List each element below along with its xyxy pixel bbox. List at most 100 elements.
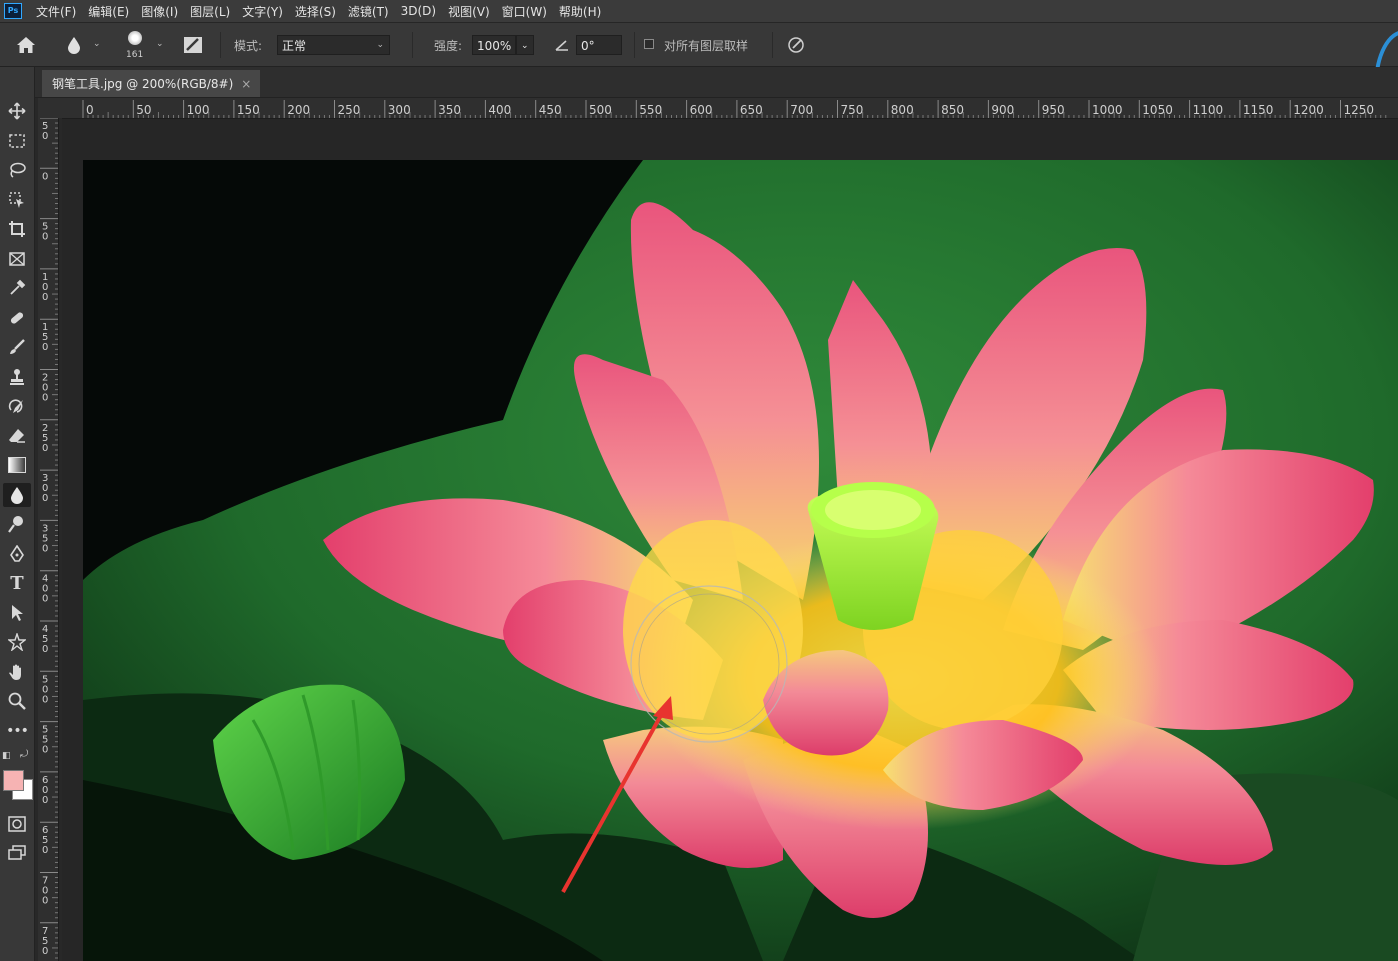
menu-image[interactable]: 图像(I): [135, 3, 184, 20]
menu-help[interactable]: 帮助(H): [553, 3, 607, 20]
menu-3d[interactable]: 3D(D): [395, 4, 442, 18]
strength-dropdown[interactable]: ⌄: [516, 35, 534, 55]
lasso-icon[interactable]: [3, 158, 31, 182]
eraser-icon[interactable]: [3, 424, 31, 448]
menu-file[interactable]: 文件(F): [30, 3, 82, 20]
healing-icon[interactable]: [3, 306, 31, 330]
pressure-icon[interactable]: [786, 35, 806, 55]
path-select-icon[interactable]: [3, 601, 31, 625]
ruler-label: 100: [187, 103, 210, 117]
screen-mode-icon[interactable]: [3, 841, 31, 865]
mode-select[interactable]: 正常 ⌄: [277, 35, 390, 55]
hand-icon[interactable]: [3, 660, 31, 684]
ruler-label: 150: [237, 103, 260, 117]
menu-bar: Ps 文件(F) 编辑(E) 图像(I) 图层(L) 文字(Y) 选择(S) 滤…: [0, 0, 1398, 23]
close-tab-icon[interactable]: ×: [241, 77, 251, 91]
ruler-label: 1200: [1293, 103, 1324, 117]
sample-all-layers-label: 对所有图层取样: [664, 39, 749, 53]
type-icon[interactable]: T: [3, 571, 31, 595]
ruler-label: 0: [42, 745, 48, 756]
ruler-label: 600: [690, 103, 713, 117]
ruler-label: 0: [42, 292, 48, 303]
sample-all-layers-checkbox[interactable]: [644, 39, 654, 49]
photoshop-logo-icon: Ps: [4, 3, 22, 19]
more-icon[interactable]: •••: [3, 719, 31, 743]
move-icon[interactable]: [3, 99, 31, 123]
menu-filter[interactable]: 滤镜(T): [342, 3, 395, 20]
ruler-label: 800: [891, 103, 914, 117]
default-colors-icon[interactable]: ◧: [2, 751, 11, 761]
separator: [772, 32, 773, 58]
ruler-corner: [38, 98, 62, 118]
lotus-photo[interactable]: [83, 160, 1398, 961]
separator: [412, 32, 413, 58]
blur-icon[interactable]: [3, 483, 31, 507]
ruler-label: 650: [740, 103, 763, 117]
document-canvas[interactable]: [62, 119, 1398, 961]
ruler-label: 950: [1042, 103, 1065, 117]
marquee-icon[interactable]: [3, 129, 31, 153]
blur-tool-preset-icon[interactable]: [64, 35, 84, 55]
ruler-label: 50: [136, 103, 151, 117]
separator: [634, 32, 635, 58]
brush-icon[interactable]: [3, 335, 31, 359]
strength-value: 100%: [477, 39, 512, 53]
ruler-label: 0: [42, 232, 48, 243]
ruler-label: 0: [42, 644, 48, 655]
ruler-label: 850: [941, 103, 964, 117]
vertical-ruler[interactable]: 5005010015020025030035040045050055060065…: [38, 118, 59, 961]
menu-type[interactable]: 文字(Y): [236, 3, 289, 20]
ruler-label: 0: [42, 594, 48, 605]
crop-icon[interactable]: [3, 217, 31, 241]
ruler-label: 0: [42, 171, 48, 182]
horizontal-ruler[interactable]: 0 50 100 150 200 250 300 350 400 450 500 550 600 650 7…: [62, 98, 1398, 119]
eyedropper-icon[interactable]: [3, 276, 31, 300]
foreground-color-swatch[interactable]: [3, 770, 24, 791]
ruler-label: 0: [42, 493, 48, 504]
ruler-label: 0: [42, 131, 48, 142]
frame-icon[interactable]: [3, 247, 31, 271]
home-icon[interactable]: [14, 34, 38, 56]
menu-window[interactable]: 窗口(W): [496, 3, 553, 20]
tools-panel: T ••• ◧ ⤾: [0, 67, 35, 961]
brush-size-picker[interactable]: 161: [123, 29, 147, 63]
ruler-label: 400: [488, 103, 511, 117]
ruler-label: 300: [388, 103, 411, 117]
chevron-down-icon[interactable]: ⌄: [156, 39, 164, 49]
strength-label: 强度:: [434, 39, 463, 53]
mode-value: 正常: [282, 39, 307, 53]
ruler-label: 1100: [1193, 103, 1224, 117]
brush-settings-icon[interactable]: [182, 35, 204, 55]
ruler-label: 1000: [1092, 103, 1123, 117]
ruler-label: 750: [841, 103, 864, 117]
object-select-icon[interactable]: [3, 188, 31, 212]
ruler-label: 1150: [1243, 103, 1274, 117]
angle-input[interactable]: 0°: [576, 35, 622, 55]
ruler-label: 550: [639, 103, 662, 117]
menu-edit[interactable]: 编辑(E): [82, 3, 135, 20]
menu-select[interactable]: 选择(S): [289, 3, 342, 20]
quick-mask-icon[interactable]: [3, 812, 31, 836]
angle-value: 0°: [581, 39, 595, 53]
history-brush-icon[interactable]: [3, 394, 31, 418]
ruler-label: 0: [42, 393, 48, 404]
ruler-label: 0: [42, 795, 48, 806]
ruler-label: 0: [42, 543, 48, 554]
ruler-label: 0: [42, 946, 48, 957]
stamp-icon[interactable]: [3, 365, 31, 389]
dodge-icon[interactable]: [3, 512, 31, 536]
ruler-label: 350: [438, 103, 461, 117]
menu-layer[interactable]: 图层(L): [184, 3, 236, 20]
ruler-label: 700: [790, 103, 813, 117]
swap-colors-icon[interactable]: ⤾: [20, 749, 28, 760]
shape-icon[interactable]: [3, 630, 31, 654]
ruler-label: 250: [338, 103, 361, 117]
chevron-down-icon[interactable]: ⌄: [93, 39, 101, 49]
pen-icon[interactable]: [3, 542, 31, 566]
menu-view[interactable]: 视图(V): [442, 3, 496, 20]
zoom-icon[interactable]: [3, 689, 31, 713]
strength-input[interactable]: 100%: [472, 35, 516, 55]
gradient-icon[interactable]: [3, 453, 31, 477]
document-tab[interactable]: 钢笔工具.jpg @ 200%(RGB/8#) ×: [42, 70, 260, 97]
ruler-label: 450: [539, 103, 562, 117]
